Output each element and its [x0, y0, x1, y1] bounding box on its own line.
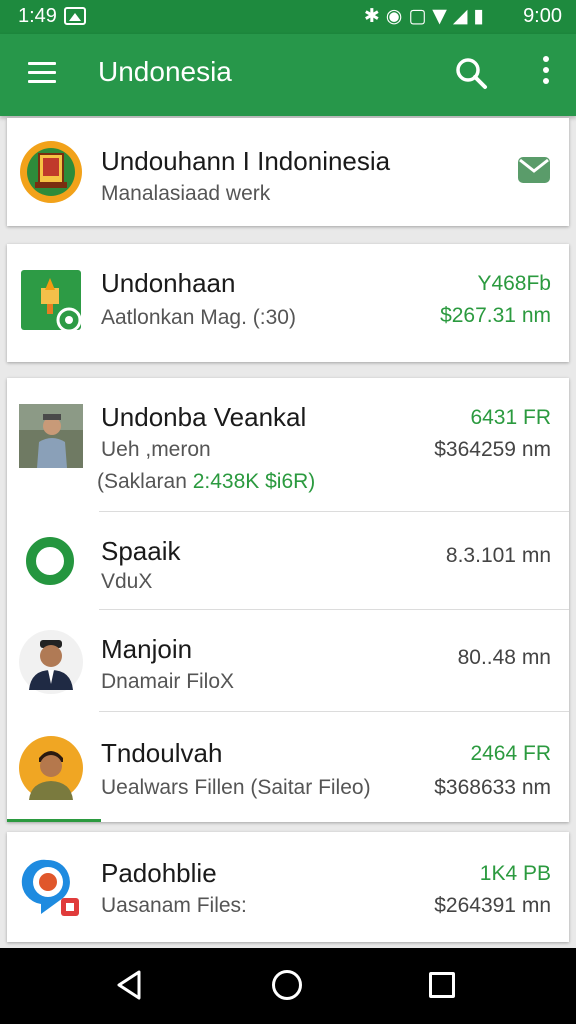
list-item[interactable]: Tndoulvah Uealwars Fillen (Saitar Fileo)…	[7, 712, 569, 822]
home-icon[interactable]	[272, 970, 302, 1000]
item-title: Manjoin	[101, 634, 193, 664]
search-icon[interactable]	[454, 56, 488, 90]
item-size: 1K4 PB	[479, 862, 551, 885]
overflow-menu-icon[interactable]	[540, 56, 552, 92]
app-title: Undonesia	[98, 56, 232, 87]
status-bar: 1:49 ✱◉▢▼◢▮ 9:00	[0, 0, 576, 34]
ring-icon	[19, 529, 83, 593]
item-subtitle: Ueh ,meron	[101, 438, 211, 461]
item-size: 6431 FR	[470, 406, 551, 429]
item-subtitle: Uasanam Files:	[101, 894, 247, 917]
item-title: Undonhaan	[101, 268, 236, 298]
list-item[interactable]: Padohblie Uasanam Files: 1K4 PB $264391 …	[7, 832, 569, 942]
item-amount: $267.31 nm	[440, 304, 551, 327]
status-time: 1:49	[18, 5, 57, 27]
navigation-bar	[0, 948, 576, 1024]
list-item[interactable]: Manjoin Dnamair FiloX 80..48 mn	[7, 610, 569, 712]
item-amount: $264391 mn	[434, 894, 551, 917]
item-title: Tndoulvah	[101, 738, 223, 768]
menu-icon[interactable]	[28, 62, 56, 84]
item-title: Undonba Veankal	[101, 402, 307, 432]
progress-indicator	[7, 819, 101, 822]
item-detail: (Saklaran 2:438K $i6R)	[97, 470, 316, 493]
recents-icon[interactable]	[429, 972, 455, 998]
person-avatar	[19, 736, 83, 800]
item-size: Y468Fb	[477, 272, 551, 295]
item-amount: $364259 nm	[434, 438, 551, 461]
item-subtitle: Uealwars Fillen (Saitar Fileo)	[101, 776, 371, 799]
person-avatar	[19, 630, 83, 694]
list-card: Undonhaan Aatlonkan Mag. (:30) Y468Fb $2…	[7, 244, 569, 362]
item-subtitle: Dnamair FiloX	[101, 670, 235, 693]
item-size: 2464 FR	[470, 742, 551, 765]
item-amount: $368633 nm	[434, 776, 551, 799]
list-card: Undouhann I Indoninesia Manalasiaad werk	[7, 118, 569, 226]
item-title: Padohblie	[101, 858, 217, 888]
app-icon	[19, 268, 83, 333]
photo-avatar	[19, 404, 83, 468]
item-title: Spaaik	[101, 536, 181, 566]
status-clock: 9:00	[523, 5, 562, 27]
location-pin-icon	[19, 856, 83, 920]
notification-icon	[64, 7, 86, 25]
item-subtitle: VduX	[101, 570, 153, 593]
item-size: 80..48 mn	[457, 646, 551, 669]
item-subtitle: Aatlonkan Mag. (:30)	[101, 306, 296, 329]
item-subtitle: Manalasiaad werk	[101, 182, 271, 205]
back-icon[interactable]	[116, 970, 142, 1005]
list-card: Padohblie Uasanam Files: 1K4 PB $264391 …	[7, 832, 569, 942]
list-item[interactable]: Undonhaan Aatlonkan Mag. (:30) Y468Fb $2…	[7, 244, 569, 362]
list-item[interactable]: Spaaik VduX 8.3.101 mn	[7, 512, 569, 610]
list-item[interactable]: Undonba Veankal Ueh ,meron (Saklaran 2:4…	[7, 378, 569, 512]
item-size: 8.3.101 mn	[445, 544, 551, 567]
item-title: Undouhann I Indoninesia	[101, 146, 391, 176]
app-toolbar: Undonesia	[0, 34, 576, 116]
list-card: Undonba Veankal Ueh ,meron (Saklaran 2:4…	[7, 378, 569, 822]
mail-icon[interactable]	[517, 156, 551, 189]
status-icons: ✱◉▢▼◢▮	[363, 5, 490, 27]
emblem-icon	[19, 140, 83, 204]
list-item[interactable]: Undouhann I Indoninesia Manalasiaad werk	[7, 118, 569, 226]
